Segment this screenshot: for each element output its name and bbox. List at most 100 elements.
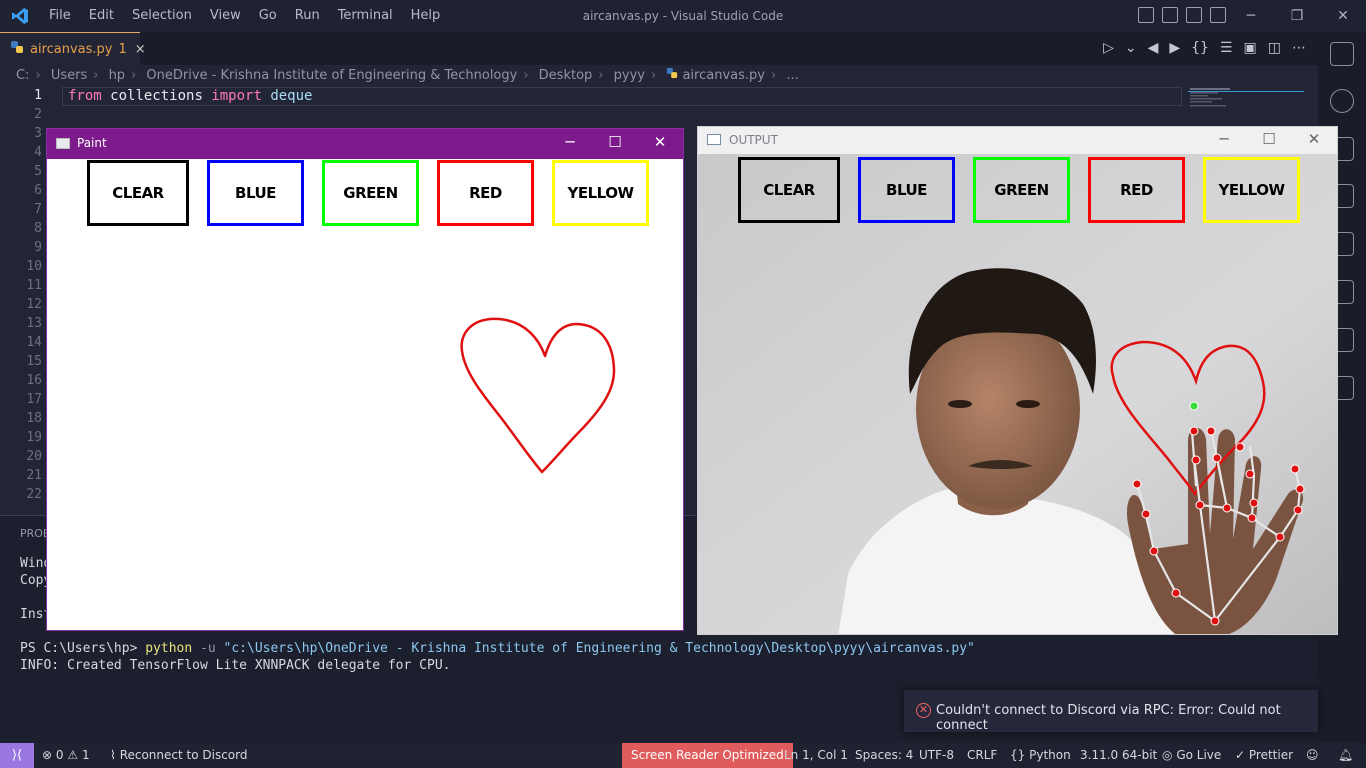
language-mode[interactable]: {} Python (1010, 743, 1071, 768)
indentation-status[interactable]: Spaces: 4 (855, 743, 913, 768)
menu-view[interactable]: View (201, 0, 250, 32)
prettier-label: Prettier (1248, 748, 1294, 762)
tab-bar: aircanvas.py 1 × ▷ ⌄ ◀ ▶ {} ☰ ▣ ◫ ⋯ (0, 32, 1318, 65)
python-interpreter[interactable]: 3.11.0 64-bit (1080, 743, 1157, 768)
tab-problem-count: 1 (118, 41, 127, 57)
pulse-icon: ⌇ (110, 748, 116, 762)
menu-run[interactable]: Run (286, 0, 329, 32)
search-icon[interactable] (1330, 89, 1354, 113)
paint-window[interactable]: Paint ─ ☐ ✕ CLEAR BLUE GREEN RED YELLOW (46, 128, 684, 631)
minimize-button[interactable]: ─ (1228, 0, 1274, 32)
breadcrumb-users[interactable]: Users (51, 68, 87, 83)
imported-name: deque (270, 88, 313, 104)
breadcrumb: C: › Users › hp › OneDrive - Krishna Instit… (0, 65, 1318, 87)
output-minimize-button[interactable]: ─ (1209, 130, 1239, 148)
terminal-info-line: INFO: Created TensorFlow Lite XNNPACK de… (20, 658, 451, 673)
next-change-icon[interactable]: ▶ (1169, 40, 1180, 56)
index-fingertip-marker (1189, 401, 1199, 411)
previous-change-icon[interactable]: ◀ (1148, 40, 1159, 56)
run-dropdown-icon[interactable]: ⌄ (1125, 40, 1137, 56)
breadcrumb-hp[interactable]: hp (109, 68, 126, 83)
menu-terminal[interactable]: Terminal (329, 0, 402, 32)
eol-status[interactable]: CRLF (967, 743, 997, 768)
check-icon: ✓ (1235, 748, 1246, 762)
go-live-button[interactable]: ◎ Go Live (1162, 743, 1221, 768)
breadcrumb-pyyy[interactable]: pyyy (614, 68, 645, 83)
menu-go[interactable]: Go (250, 0, 286, 32)
tab-filename: aircanvas.py (30, 41, 113, 57)
list-icon[interactable]: ☰ (1220, 40, 1233, 56)
braces-icon[interactable]: {} (1191, 40, 1209, 56)
minimap[interactable] (1188, 87, 1308, 127)
encoding-status[interactable]: UTF-8 (919, 743, 954, 768)
menu-selection[interactable]: Selection (123, 0, 201, 32)
terminal-prompt: PS C:\Users\hp> (20, 641, 138, 656)
breadcrumb-symbol[interactable]: ... (786, 68, 798, 83)
restore-button[interactable]: ❐ (1274, 0, 1320, 32)
tab-close-icon[interactable]: × (135, 42, 146, 57)
output-title: OUTPUT (729, 133, 778, 147)
language-label: Python (1029, 748, 1071, 762)
window-app-icon (707, 134, 721, 145)
tab-aircanvas[interactable]: aircanvas.py 1 × (0, 32, 146, 65)
terminal-icon[interactable]: ▣ (1244, 40, 1257, 56)
window-controls: ─ ❐ ✕ (1228, 0, 1366, 32)
customize-layout-icon[interactable] (1210, 7, 1226, 23)
menu-edit[interactable]: Edit (80, 0, 123, 32)
line-number: 12 (26, 297, 42, 312)
close-button[interactable]: ✕ (1320, 0, 1366, 32)
breadcrumb-desktop[interactable]: Desktop (539, 68, 593, 83)
module-name: collections (110, 88, 203, 104)
problems-status[interactable]: ⊗ 0 ⚠ 1 (42, 743, 90, 768)
paint-canvas[interactable] (47, 129, 683, 630)
line-number: 19 (26, 430, 42, 445)
output-green-button[interactable]: GREEN (973, 157, 1070, 223)
error-count: 0 (55, 748, 64, 762)
notifications-bell-icon[interactable]: 🔔︎ (1338, 743, 1353, 768)
output-title-bar[interactable]: OUTPUT ─ ☐ ✕ (698, 127, 1337, 154)
line-number: 5 (34, 164, 42, 179)
cursor-position[interactable]: Ln 1, Col 1 (784, 743, 848, 768)
vscode-logo-icon (0, 0, 40, 32)
line-number: 13 (26, 316, 42, 331)
keyword-from: from (68, 88, 102, 104)
go-live-label: Go Live (1176, 748, 1222, 762)
discord-status[interactable]: ⌇ Reconnect to Discord (110, 743, 248, 768)
title-bar: File Edit Selection View Go Run Terminal… (0, 0, 1366, 32)
breadcrumb-drive[interactable]: C: (16, 68, 29, 83)
remote-indicator-icon[interactable]: ⟩⟨ (0, 743, 34, 768)
output-maximize-button[interactable]: ☐ (1254, 130, 1284, 148)
more-actions-icon[interactable]: ⋯ (1292, 40, 1306, 56)
prettier-status[interactable]: ✓ Prettier (1235, 743, 1293, 768)
line-number: 20 (26, 449, 42, 464)
toggle-panel-icon[interactable] (1162, 7, 1178, 23)
breadcrumb-onedrive[interactable]: OneDrive - Krishna Institute of Engineer… (146, 68, 517, 83)
line-number: 22 (26, 487, 42, 502)
toggle-primary-sidebar-icon[interactable] (1138, 7, 1154, 23)
webcam-feed (698, 154, 1337, 634)
notification-toast[interactable]: ✕ Couldn't connect to Discord via RPC: E… (904, 690, 1318, 733)
output-blue-button[interactable]: BLUE (858, 157, 955, 223)
braces-icon: {} (1010, 748, 1026, 762)
screen-reader-status[interactable]: Screen Reader Optimized (622, 743, 793, 768)
line-number: 7 (34, 202, 42, 217)
run-icon[interactable]: ▷ (1103, 40, 1114, 56)
line-number: 11 (26, 278, 42, 293)
output-window[interactable]: OUTPUT ─ ☐ ✕ CLEAR BLUE GREEN RED YELLOW (697, 126, 1338, 635)
code-line-1[interactable]: from collections import deque (68, 88, 312, 104)
toggle-secondary-sidebar-icon[interactable] (1186, 7, 1202, 23)
output-close-button[interactable]: ✕ (1299, 130, 1329, 148)
output-red-button[interactable]: RED (1088, 157, 1185, 223)
explorer-icon[interactable] (1330, 42, 1354, 66)
terminal-command-line[interactable]: PS C:\Users\hp> python -u "c:\Users\hp\O… (20, 641, 975, 656)
menu-help[interactable]: Help (402, 0, 450, 32)
output-yellow-button[interactable]: YELLOW (1203, 157, 1300, 223)
breadcrumb-file[interactable]: aircanvas.py (682, 68, 765, 83)
split-editor-icon[interactable]: ◫ (1268, 40, 1281, 56)
menu-bar: File Edit Selection View Go Run Terminal… (40, 0, 449, 32)
feedback-icon[interactable]: ☺ (1306, 743, 1319, 768)
notification-message: Couldn't connect to Discord via RPC: Err… (936, 703, 1281, 733)
output-clear-button[interactable]: CLEAR (738, 157, 840, 223)
line-number: 14 (26, 335, 42, 350)
menu-file[interactable]: File (40, 0, 80, 32)
